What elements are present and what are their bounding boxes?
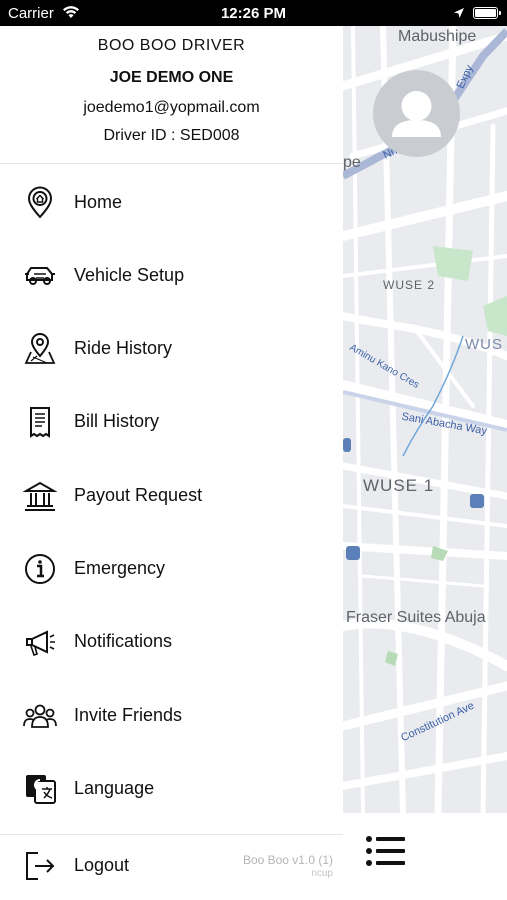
menu-item-emergency[interactable]: Emergency bbox=[0, 539, 343, 599]
menu-item-invite-friends[interactable]: Invite Friends bbox=[0, 686, 343, 746]
person-icon bbox=[392, 91, 441, 137]
map-label-fraser: Fraser Suites Abuja bbox=[346, 609, 486, 626]
menu-item-label: Vehicle Setup bbox=[74, 265, 185, 285]
info-icon bbox=[23, 552, 57, 586]
map-label-wus: WUS bbox=[465, 336, 503, 353]
menu-item-language[interactable]: Language bbox=[0, 759, 343, 819]
menu-item-label: Bill History bbox=[74, 411, 160, 431]
app-version: Boo Boo v1.0 (1) bbox=[242, 853, 333, 867]
app-name: BOO BOO DRIVER bbox=[97, 37, 246, 54]
side-drawer: BOO BOO DRIVER JOE DEMO ONE joedemo1@yop… bbox=[0, 26, 343, 900]
map-label-mabushipe: Mabushipe bbox=[398, 28, 477, 45]
megaphone-icon bbox=[23, 625, 57, 659]
menu-toggle-button[interactable] bbox=[365, 835, 407, 867]
menu-item-label: Invite Friends bbox=[74, 705, 183, 725]
battery-icon bbox=[473, 7, 501, 19]
map-label-pe: pe bbox=[343, 154, 361, 171]
drawer-header: BOO BOO DRIVER JOE DEMO ONE joedemo1@yop… bbox=[0, 26, 343, 164]
menu-item-label: Home bbox=[74, 192, 123, 212]
vehicle-icon bbox=[23, 259, 57, 293]
status-bar: Carrier 12:26 PM bbox=[0, 0, 507, 26]
menu-item-payout-request[interactable]: Payout Request bbox=[0, 466, 343, 526]
receipt-icon bbox=[23, 405, 57, 439]
logout-divider bbox=[0, 834, 343, 835]
map-label-wuse2: WUSE 2 bbox=[383, 278, 436, 292]
menu-item-bill-history[interactable]: Bill History bbox=[0, 392, 343, 452]
user-name: JOE DEMO ONE bbox=[109, 69, 234, 86]
menu-item-label: Logout bbox=[74, 855, 130, 875]
hamburger-icon bbox=[366, 836, 405, 866]
app-build: ncup bbox=[311, 868, 333, 879]
clock: 12:26 PM bbox=[220, 5, 287, 22]
menu-item-label: Ride History bbox=[74, 338, 173, 358]
user-email: joedemo1@yopmail.com bbox=[83, 99, 260, 116]
menu-item-label: Emergency bbox=[74, 558, 166, 578]
map-pin-icon bbox=[23, 332, 57, 366]
driver-id: Driver ID : SED008 bbox=[103, 127, 240, 144]
profile-avatar[interactable] bbox=[373, 70, 460, 157]
translate-icon bbox=[23, 772, 57, 806]
menu-item-label: Language bbox=[74, 778, 155, 798]
menu-item-home[interactable]: Home bbox=[0, 173, 343, 233]
location-arrow-icon bbox=[453, 6, 465, 23]
home-pin-icon bbox=[23, 186, 57, 220]
bottom-bar bbox=[343, 813, 507, 900]
menu-item-label: Notifications bbox=[74, 631, 173, 651]
map-label-wuse1: WUSE 1 bbox=[363, 476, 435, 495]
menu-item-notifications[interactable]: Notifications bbox=[0, 612, 343, 672]
group-icon bbox=[23, 699, 57, 733]
bank-icon bbox=[22, 479, 58, 513]
menu-item-ride-history[interactable]: Ride History bbox=[0, 319, 343, 379]
menu-item-vehicle-setup[interactable]: Vehicle Setup bbox=[0, 246, 343, 306]
logout-icon bbox=[23, 849, 57, 883]
menu-item-label: Payout Request bbox=[74, 485, 203, 505]
